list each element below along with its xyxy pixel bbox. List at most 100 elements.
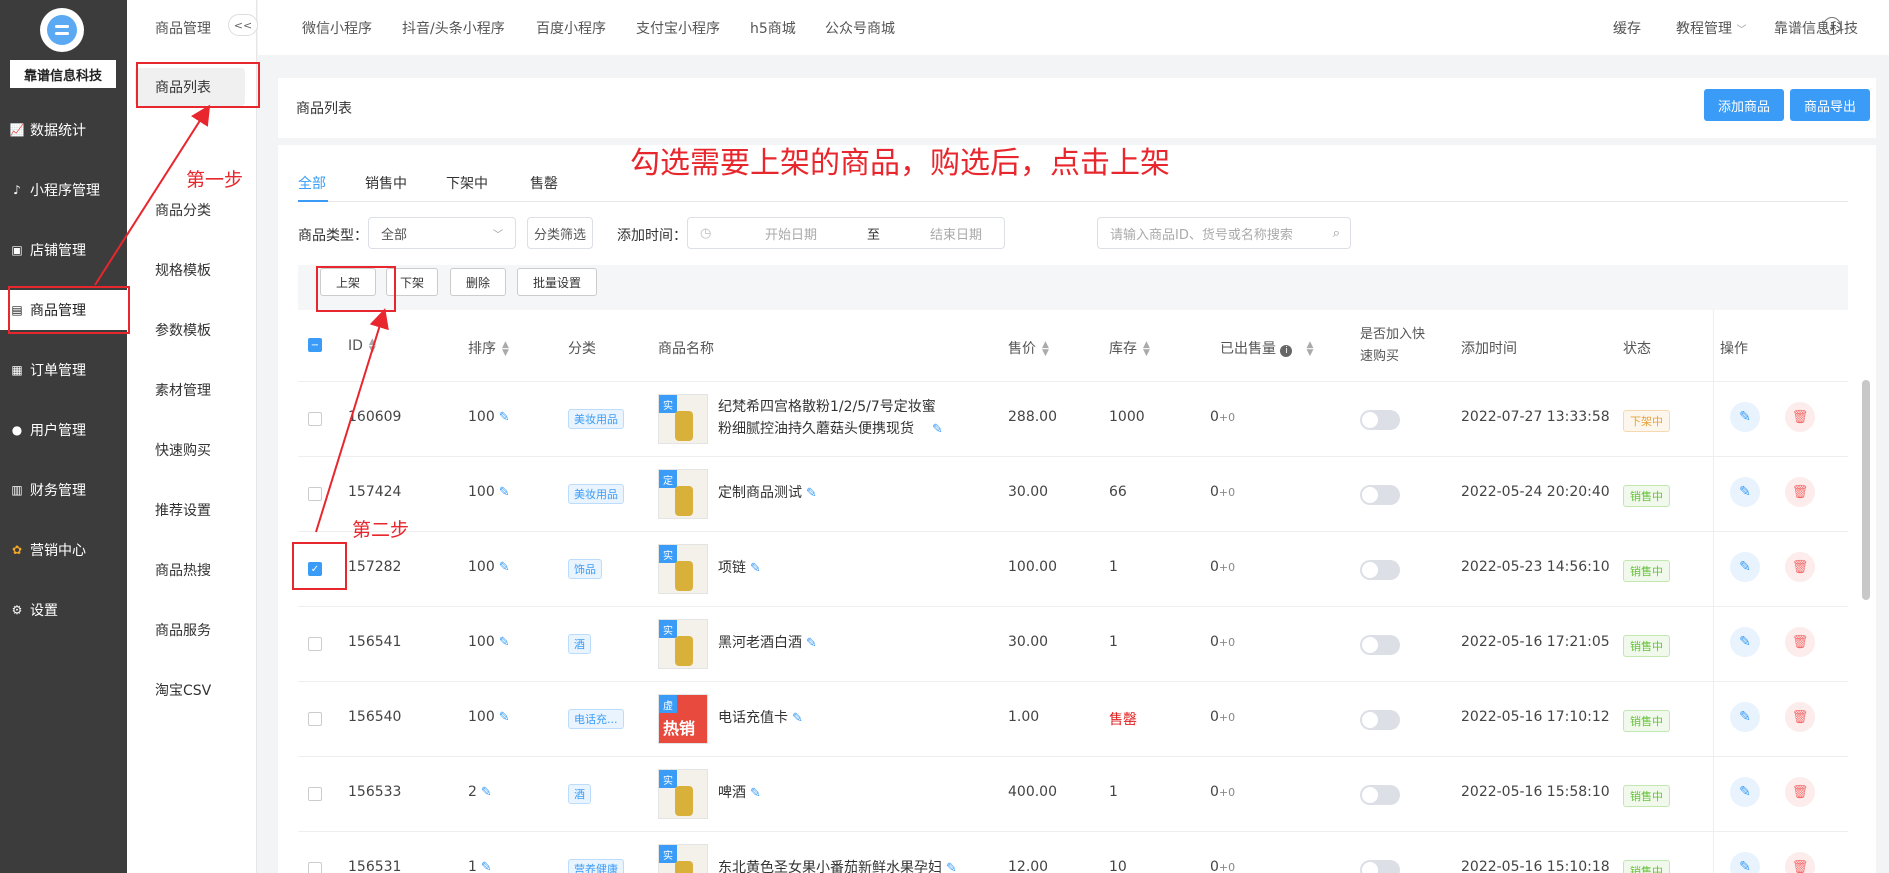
export-goods-button[interactable]: 商品导出 bbox=[1790, 89, 1870, 121]
row-checkbox[interactable] bbox=[308, 787, 322, 801]
pencil-icon[interactable]: ✎ bbox=[946, 861, 957, 873]
row-sort[interactable]: 100 ✎ bbox=[468, 634, 510, 650]
pencil-icon[interactable]: ✎ bbox=[806, 486, 817, 501]
row-checkbox[interactable]: ✓ bbox=[308, 562, 322, 576]
search-icon[interactable]: ⌕ bbox=[1333, 226, 1340, 241]
quick-buy-toggle[interactable] bbox=[1360, 485, 1400, 505]
date-range-picker[interactable]: ◷ 开始日期 至 结束日期 bbox=[687, 217, 1005, 249]
shelve-button[interactable]: 上架 bbox=[320, 268, 376, 296]
edit-button[interactable]: ✎ bbox=[1730, 477, 1760, 507]
subnav-item-taobao-csv[interactable]: 淘宝CSV bbox=[155, 680, 211, 700]
delete-row-button[interactable]: 🗑 bbox=[1785, 552, 1815, 582]
search-input[interactable]: 请输入商品ID、货号或名称搜索 ⌕ bbox=[1097, 217, 1351, 249]
topnav-official[interactable]: 公众号商城 bbox=[825, 18, 895, 38]
sidebar-item-orders[interactable]: ▦ 订单管理 bbox=[0, 350, 127, 390]
edit-button[interactable]: ✎ bbox=[1730, 627, 1760, 657]
goods-type-select[interactable]: 全部 ﹀ bbox=[368, 217, 516, 249]
category-filter-button[interactable]: 分类筛选 bbox=[527, 217, 593, 249]
pencil-icon[interactable]: ✎ bbox=[499, 710, 510, 725]
tab-all[interactable]: 全部 bbox=[298, 173, 326, 193]
quick-buy-toggle[interactable] bbox=[1360, 710, 1400, 730]
sidebar-item-store[interactable]: ▣ 店铺管理 bbox=[0, 230, 127, 270]
scrollbar[interactable] bbox=[1862, 380, 1870, 600]
delete-row-button[interactable]: 🗑 bbox=[1785, 852, 1815, 873]
pencil-icon[interactable]: ✎ bbox=[499, 410, 510, 425]
cache-button[interactable]: 缓存 bbox=[1613, 18, 1641, 38]
delete-row-button[interactable]: 🗑 bbox=[1785, 402, 1815, 432]
sidebar-item-users[interactable]: ● 用户管理 bbox=[0, 410, 127, 450]
pencil-icon[interactable]: ✎ bbox=[932, 422, 943, 437]
subnav-item-service[interactable]: 商品服务 bbox=[155, 620, 211, 640]
topnav-alipay[interactable]: 支付宝小程序 bbox=[636, 18, 720, 38]
subnav-item-recommend[interactable]: 推荐设置 bbox=[155, 500, 211, 520]
row-sort[interactable]: 100 ✎ bbox=[468, 559, 510, 575]
tab-on-sale[interactable]: 销售中 bbox=[365, 173, 407, 193]
pencil-icon[interactable]: ✎ bbox=[499, 485, 510, 500]
row-sort[interactable]: 100 ✎ bbox=[468, 484, 510, 500]
sidebar-item-marketing[interactable]: ✿ 营销中心 bbox=[0, 530, 127, 570]
delete-button[interactable]: 删除 bbox=[450, 268, 506, 296]
delete-row-button[interactable]: 🗑 bbox=[1785, 777, 1815, 807]
start-date-input[interactable]: 开始日期 bbox=[765, 224, 817, 243]
unshelve-button[interactable]: 下架 bbox=[386, 268, 438, 296]
quick-buy-toggle[interactable] bbox=[1360, 860, 1400, 873]
col-sold[interactable]: 已出售量 i ▲ ▼ bbox=[1220, 338, 1313, 358]
pencil-icon[interactable]: ✎ bbox=[481, 860, 492, 873]
edit-button[interactable]: ✎ bbox=[1730, 552, 1760, 582]
col-sort[interactable]: 排序 ▲ ▼ bbox=[468, 338, 509, 358]
pencil-icon[interactable]: ✎ bbox=[750, 786, 761, 801]
sidebar-item-finance[interactable]: ▥ 财务管理 bbox=[0, 470, 127, 510]
row-sort[interactable]: 100 ✎ bbox=[468, 709, 510, 725]
sidebar-item-goods[interactable]: ▤ 商品管理 bbox=[0, 290, 127, 330]
collapse-button[interactable]: << bbox=[228, 14, 258, 36]
tab-off-shelf[interactable]: 下架中 bbox=[446, 173, 488, 193]
pencil-icon[interactable]: ✎ bbox=[499, 635, 510, 650]
row-checkbox[interactable] bbox=[308, 412, 322, 426]
subnav-item-quick-buy[interactable]: 快速购买 bbox=[155, 440, 211, 460]
col-stock[interactable]: 库存 ▲ ▼ bbox=[1109, 338, 1150, 358]
row-sort[interactable]: 100 ✎ bbox=[468, 409, 510, 425]
add-goods-button[interactable]: 添加商品 bbox=[1704, 89, 1784, 121]
pencil-icon[interactable]: ✎ bbox=[499, 560, 510, 575]
pencil-icon[interactable]: ✎ bbox=[792, 711, 803, 726]
select-all-checkbox[interactable]: − bbox=[308, 338, 322, 352]
col-id[interactable]: ID ▲ ▼ bbox=[348, 338, 376, 355]
col-price[interactable]: 售价 ▲ ▼ bbox=[1008, 338, 1049, 358]
row-checkbox[interactable] bbox=[308, 712, 322, 726]
account-menu[interactable]: 靠谱信息科技 bbox=[1774, 18, 1858, 38]
quick-buy-toggle[interactable] bbox=[1360, 560, 1400, 580]
sidebar-item-settings[interactable]: ⚙ 设置 bbox=[0, 590, 127, 630]
batch-settings-button[interactable]: 批量设置 bbox=[517, 268, 597, 296]
row-checkbox[interactable] bbox=[308, 637, 322, 651]
edit-button[interactable]: ✎ bbox=[1730, 702, 1760, 732]
subnav-item-category[interactable]: 商品分类 bbox=[155, 200, 211, 220]
row-checkbox[interactable] bbox=[308, 862, 322, 873]
tab-sold-out[interactable]: 售罄 bbox=[530, 173, 558, 193]
end-date-input[interactable]: 结束日期 bbox=[930, 224, 982, 243]
topnav-douyin[interactable]: 抖音/头条小程序 bbox=[402, 18, 505, 38]
topnav-wechat[interactable]: 微信小程序 bbox=[302, 18, 372, 38]
subnav-item-hot-search[interactable]: 商品热搜 bbox=[155, 560, 211, 580]
subnav-item-goods-list[interactable]: 商品列表 bbox=[135, 68, 245, 106]
pencil-icon[interactable]: ✎ bbox=[806, 636, 817, 651]
subnav-item-material[interactable]: 素材管理 bbox=[155, 380, 211, 400]
subnav-item-spec-template[interactable]: 规格模板 bbox=[155, 260, 211, 280]
row-checkbox[interactable] bbox=[308, 487, 322, 501]
delete-row-button[interactable]: 🗑 bbox=[1785, 702, 1815, 732]
tutorial-menu[interactable]: 教程管理 ﹀ bbox=[1676, 18, 1746, 38]
pencil-icon[interactable]: ✎ bbox=[750, 561, 761, 576]
row-sort[interactable]: 2 ✎ bbox=[468, 784, 492, 800]
pencil-icon[interactable]: ✎ bbox=[481, 785, 492, 800]
edit-button[interactable]: ✎ bbox=[1730, 852, 1760, 873]
edit-button[interactable]: ✎ bbox=[1730, 777, 1760, 807]
topnav-baidu[interactable]: 百度小程序 bbox=[536, 18, 606, 38]
quick-buy-toggle[interactable] bbox=[1360, 785, 1400, 805]
subnav-item-param-template[interactable]: 参数模板 bbox=[155, 320, 211, 340]
topnav-h5[interactable]: h5商城 bbox=[750, 18, 796, 38]
delete-row-button[interactable]: 🗑 bbox=[1785, 627, 1815, 657]
sidebar-item-miniapp[interactable]: ♪ 小程序管理 bbox=[0, 170, 127, 210]
delete-row-button[interactable]: 🗑 bbox=[1785, 477, 1815, 507]
sidebar-item-stats[interactable]: 📈 数据统计 bbox=[0, 110, 127, 150]
quick-buy-toggle[interactable] bbox=[1360, 635, 1400, 655]
edit-button[interactable]: ✎ bbox=[1730, 402, 1760, 432]
